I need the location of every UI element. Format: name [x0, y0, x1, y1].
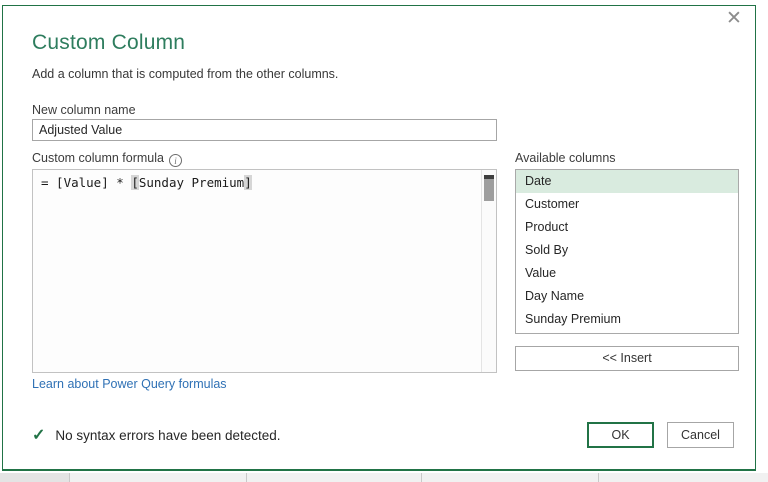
- formula-editor[interactable]: = [Value] * [Sunday Premium]: [32, 169, 497, 373]
- grid-line: [246, 473, 247, 482]
- list-item-sold-by[interactable]: Sold By: [516, 239, 738, 262]
- spreadsheet-strip: [0, 473, 768, 482]
- list-item-value[interactable]: Value: [516, 262, 738, 285]
- spreadsheet-cell: [0, 473, 69, 482]
- scrollbar-thumb-bar: [484, 179, 494, 201]
- new-column-name-label: New column name: [32, 103, 136, 117]
- list-item-customer[interactable]: Customer: [516, 193, 738, 216]
- list-item-date[interactable]: Date: [516, 170, 738, 193]
- syntax-status: ✓ No syntax errors have been detected.: [32, 425, 281, 445]
- insert-button[interactable]: << Insert: [515, 346, 739, 371]
- grid-line: [598, 473, 599, 482]
- list-item-product[interactable]: Product: [516, 216, 738, 239]
- formula-text: = [Value] * [Sunday Premium]: [41, 175, 476, 190]
- list-item-sunday-premium[interactable]: Sunday Premium: [516, 308, 738, 331]
- scrollbar-thumb[interactable]: [484, 175, 494, 201]
- formula-inner: Sunday Premium: [139, 175, 244, 190]
- available-columns-label: Available columns: [515, 151, 616, 165]
- formula-close-bracket: ]: [244, 175, 252, 190]
- formula-label: Custom column formula i: [32, 151, 182, 167]
- close-icon[interactable]: ✕: [723, 8, 745, 30]
- formula-open-bracket: [: [131, 175, 139, 190]
- info-icon[interactable]: i: [169, 154, 182, 167]
- formula-scrollbar[interactable]: [481, 170, 496, 372]
- custom-column-dialog: ✕ Custom Column Add a column that is com…: [2, 5, 756, 471]
- formula-label-text: Custom column formula: [32, 151, 164, 165]
- learn-formulas-link[interactable]: Learn about Power Query formulas: [32, 377, 227, 391]
- available-columns-list: Date Customer Product Sold By Value Day …: [515, 169, 739, 334]
- grid-line: [69, 473, 70, 482]
- new-column-name-input[interactable]: [32, 119, 497, 141]
- formula-part1: = [Value] *: [41, 175, 131, 190]
- dialog-subtitle: Add a column that is computed from the o…: [32, 67, 338, 81]
- ok-button[interactable]: OK: [587, 422, 654, 448]
- dialog-title: Custom Column: [32, 31, 185, 55]
- list-item-day-name[interactable]: Day Name: [516, 285, 738, 308]
- syntax-status-text: No syntax errors have been detected.: [55, 428, 280, 443]
- grid-line: [421, 473, 422, 482]
- cancel-button[interactable]: Cancel: [667, 422, 734, 448]
- checkmark-icon: ✓: [32, 425, 45, 445]
